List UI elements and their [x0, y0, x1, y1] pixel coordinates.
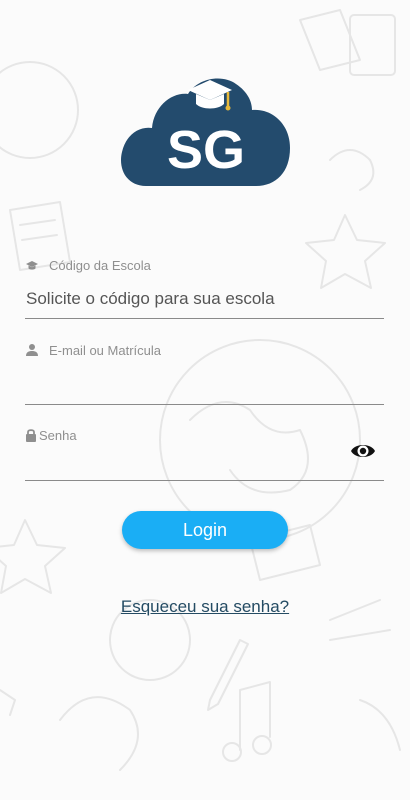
school-code-label: Código da Escola [49, 258, 151, 273]
login-screen: SG Código da Escola Solicite o código pa… [0, 0, 410, 800]
eye-icon[interactable] [350, 441, 376, 461]
person-icon [26, 344, 38, 356]
school-code-field[interactable]: Código da Escola Solicite o código para … [25, 252, 384, 319]
password-field[interactable]: Senha [25, 424, 384, 481]
forgot-password-link[interactable]: Esqueceu sua senha? [121, 597, 289, 616]
email-field[interactable]: E-mail ou Matrícula [25, 338, 384, 405]
school-code-input[interactable]: Solicite o código para sua escola [26, 289, 275, 309]
email-label: E-mail ou Matrícula [49, 343, 161, 358]
password-label: Senha [39, 428, 77, 443]
login-button[interactable]: Login [122, 511, 288, 549]
forgot-password: Esqueceu sua senha? [0, 597, 410, 617]
lock-icon [26, 429, 36, 442]
sg-logo: SG [121, 78, 290, 186]
graduation-cap-icon [26, 261, 38, 270]
logo-text: SG [167, 120, 245, 180]
